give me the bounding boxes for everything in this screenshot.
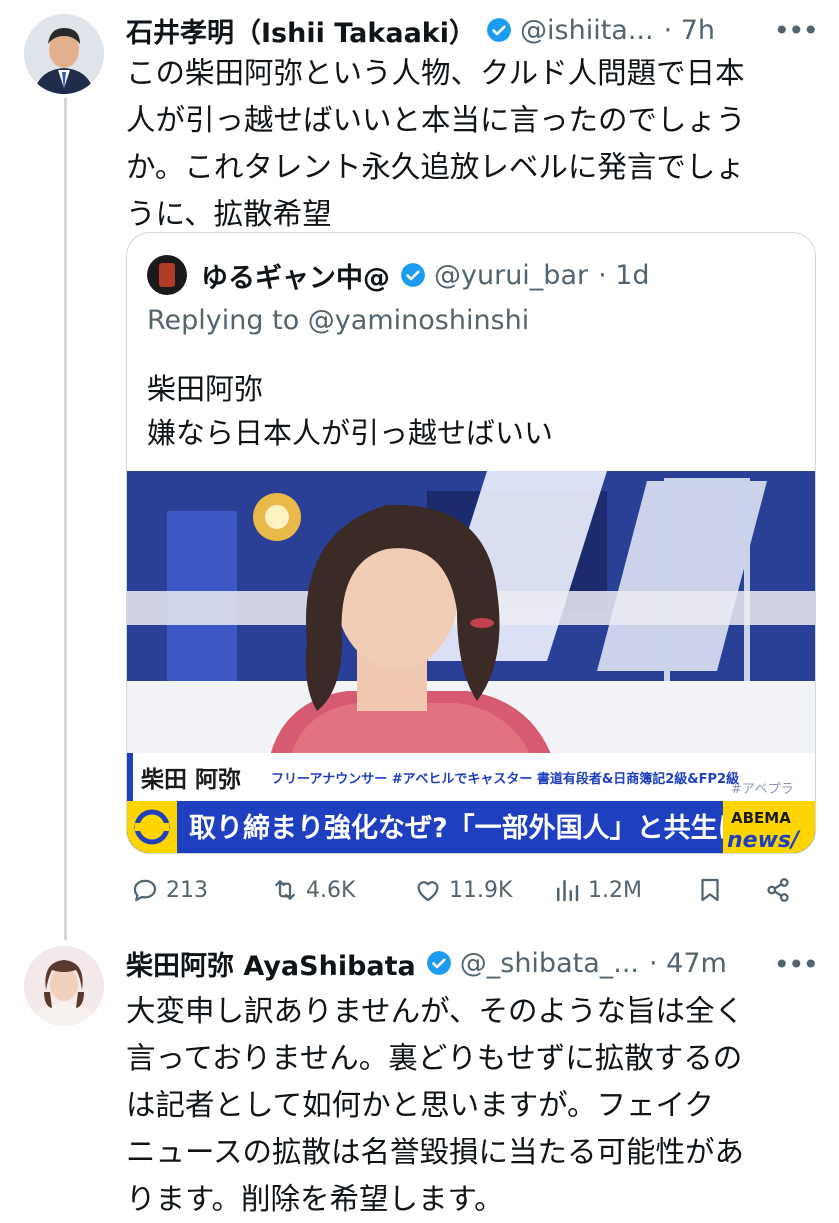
like-button[interactable]: 11.9K — [413, 870, 512, 910]
quoted-text: 柴田阿弥 嫌なら日本人が引っ越せばいい — [147, 372, 554, 450]
tweet2-text: 大変申し訳ありませんが、そのような旨は全く 言っておりません。裏どりもせずに拡散… — [126, 994, 745, 1216]
more-icon[interactable]: ••• — [773, 14, 819, 47]
verified-badge-icon — [487, 18, 511, 42]
repost-button[interactable]: 4.6K — [270, 870, 355, 910]
replying-to[interactable]: Replying to @yaminoshinshi — [147, 305, 529, 336]
views-icon — [557, 880, 579, 902]
bookmark-icon — [701, 878, 719, 902]
media-caption-name: 柴田 阿弥 — [140, 766, 241, 793]
verified-badge-icon — [426, 951, 451, 975]
quoted-handle[interactable]: @yurui_bar — [434, 260, 588, 291]
media-caption-role: フリーアナウンサー #アベヒルでキャスター 書道有段者&日商簿記2級&FP2級 — [271, 771, 739, 787]
quoted-avatar[interactable] — [147, 255, 187, 295]
studio-scene: 柴田 阿弥 フリーアナウンサー #アベヒルでキャスター 書道有段者&日商簿記2級… — [127, 471, 815, 853]
tweet2-handle[interactable]: @_shibata_... — [460, 948, 639, 979]
tweet2-author-name[interactable]: 柴田阿弥 AyaShibata — [126, 944, 416, 983]
media-brand-bottom: news/ — [727, 828, 801, 853]
quoted-author-name[interactable]: ゆるギャン中@ — [201, 256, 390, 295]
media-brand-top: ABEMA — [731, 809, 791, 827]
reply-icon — [133, 879, 157, 902]
like-count: 11.9K — [449, 877, 513, 903]
bookmark-button[interactable] — [695, 870, 731, 910]
quoted-tweet-header: ゆるギャン中@ @yurui_bar · 1d — [147, 255, 650, 295]
views-button[interactable]: 1.2M — [552, 870, 642, 910]
tweet1-time[interactable]: · 7h — [664, 15, 715, 46]
share-icon — [767, 878, 789, 902]
thread-connector-line — [64, 98, 67, 940]
like-icon — [417, 881, 439, 902]
views-count: 1.2M — [588, 877, 642, 903]
tweet2-header: 柴田阿弥 AyaShibata @_shibata_... · 47m — [126, 943, 816, 983]
share-button[interactable] — [763, 870, 799, 910]
quoted-time[interactable]: · 1d — [598, 260, 649, 291]
tweet1-header: 石井孝明（Ishii Takaaki） @ishiita... · 7h — [126, 10, 816, 50]
reply-button[interactable]: 213 — [130, 870, 208, 910]
repost-count: 4.6K — [306, 877, 356, 903]
tweet1-text: この柴田阿弥という人物、クルド人問題で日本 人が引っ越せばいいと本当に言ったので… — [126, 56, 746, 231]
quoted-tweet[interactable]: ゆるギャン中@ @yurui_bar · 1d Replying to @yam… — [126, 232, 816, 854]
reply-count: 213 — [166, 877, 208, 903]
tweet2-time[interactable]: · 47m — [649, 948, 727, 979]
tweet1-handle[interactable]: @ishiita... — [520, 15, 654, 46]
avatar-ishii[interactable] — [24, 14, 104, 94]
quoted-media-image[interactable]: 柴田 阿弥 フリーアナウンサー #アベヒルでキャスター 書道有段者&日商簿記2級… — [127, 471, 815, 853]
verified-badge-icon — [401, 263, 425, 287]
tweet1-author-name[interactable]: 石井孝明（Ishii Takaaki） — [126, 11, 476, 50]
repost-icon — [275, 880, 295, 900]
media-watermark: #アベプラ — [731, 782, 794, 797]
more-icon[interactable]: ••• — [773, 948, 819, 981]
media-headline: 取り締まり強化なぜ?「一部外国人」と共生は — [189, 812, 745, 844]
avatar-shibata[interactable] — [24, 946, 104, 1026]
